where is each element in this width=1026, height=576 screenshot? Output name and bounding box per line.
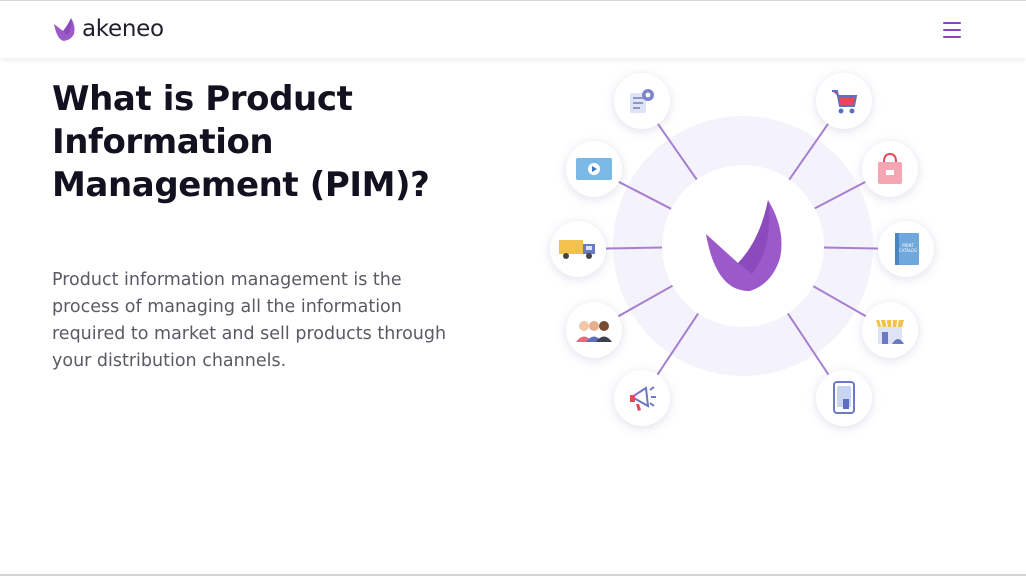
shopping-bag-icon bbox=[862, 141, 918, 197]
top-navigation-bar: akeneo bbox=[0, 0, 1026, 58]
storefront-icon bbox=[862, 302, 918, 358]
hamburger-menu-icon[interactable] bbox=[942, 20, 962, 40]
document-settings-icon bbox=[614, 73, 670, 129]
akeneo-logo-icon bbox=[54, 18, 75, 41]
page-title: What is Product Information Management (… bbox=[52, 79, 430, 205]
page-description: Product information management is the pr… bbox=[52, 270, 447, 371]
pim-hub-diagram: PRINT CATALOG bbox=[540, 60, 950, 440]
catalog-book-icon: PRINT CATALOG bbox=[878, 221, 934, 277]
people-group-icon bbox=[566, 302, 622, 358]
brand-name: akeneo bbox=[82, 16, 164, 42]
tablet-device-icon bbox=[816, 370, 872, 426]
shopping-cart-icon bbox=[816, 73, 872, 129]
delivery-truck-icon bbox=[550, 221, 606, 277]
megaphone-icon bbox=[614, 370, 670, 426]
video-player-icon bbox=[566, 141, 622, 197]
svg-text:CATALOG: CATALOG bbox=[899, 248, 917, 253]
brand-logo[interactable]: akeneo bbox=[52, 16, 164, 42]
